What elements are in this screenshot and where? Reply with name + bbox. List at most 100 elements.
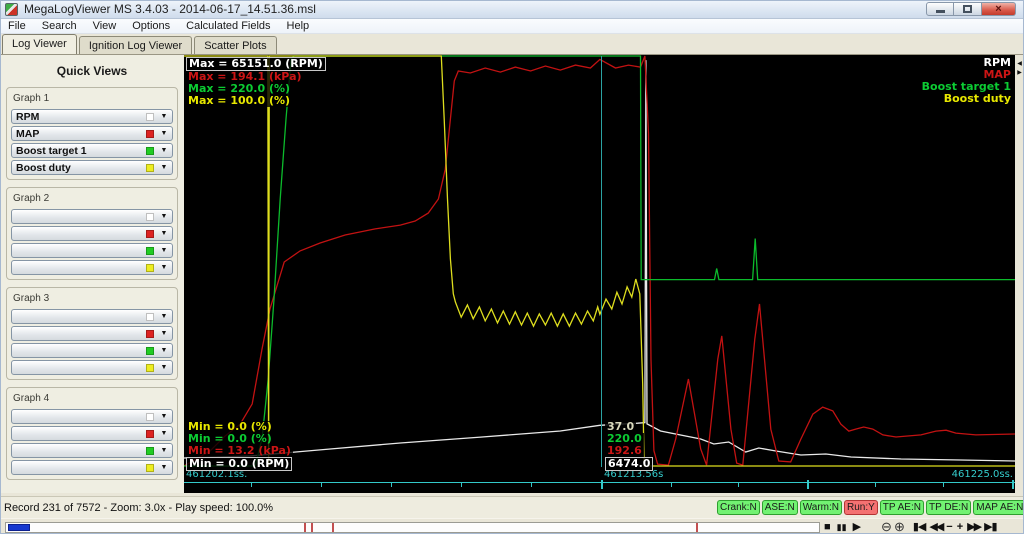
series-map xyxy=(184,56,1015,466)
zoom-in-button[interactable]: ⊕ xyxy=(894,520,905,534)
graph4-group: Graph 4 ▼ ▼ ▼ ▼ xyxy=(6,387,178,480)
series-color-swatch xyxy=(146,313,154,321)
graph2-series3-select[interactable]: ▼ xyxy=(11,243,173,258)
axis-tick-major xyxy=(1012,480,1014,489)
menu-help[interactable]: Help xyxy=(279,19,318,34)
playback-strip: ■ ▮▮ ▶ ⊖ ⊕ ▮◀ ◀◀ − + ▶▶ ▶▮ xyxy=(0,518,1024,534)
rewind-button[interactable]: ◀◀ xyxy=(929,520,942,534)
stop-button[interactable]: ■ xyxy=(824,520,831,534)
axis-tick xyxy=(321,483,322,487)
chart-legend: RPM MAP Boost target 1 Boost duty xyxy=(922,57,1011,105)
record-status-text: Record 231 of 7572 - Zoom: 3.0x - Play s… xyxy=(4,502,273,514)
max-value-labels: Max = 65151.0 (RPM) Max = 194.1 (kPa) Ma… xyxy=(186,57,326,107)
graph2-series4-select[interactable]: ▼ xyxy=(11,260,173,275)
graph3-series1-select[interactable]: ▼ xyxy=(11,309,173,324)
axis-tick xyxy=(943,483,944,487)
chevron-down-icon: ▼ xyxy=(159,264,169,271)
zoom-out-button[interactable]: ⊖ xyxy=(881,520,892,534)
pause-button[interactable]: ▮▮ xyxy=(837,520,847,534)
title-bar: MegaLogViewer MS 3.4.03 - 2014-06-17_14.… xyxy=(0,0,1024,19)
minimize-button[interactable] xyxy=(926,2,954,16)
graph2-series1-select[interactable]: ▼ xyxy=(11,209,173,224)
graph3-series3-select[interactable]: ▼ xyxy=(11,343,173,358)
series-boost-target-1 xyxy=(184,56,1015,466)
badge-tp-de: TP DE:N xyxy=(926,500,971,515)
graph1-series2-select[interactable]: MAP▼ xyxy=(11,126,173,141)
axis-tick-major xyxy=(601,480,603,489)
graph4-series3-select[interactable]: ▼ xyxy=(11,443,173,458)
status-bar: Record 231 of 7572 - Zoom: 3.0x - Play s… xyxy=(0,496,1024,518)
series-color-swatch xyxy=(146,247,154,255)
axis-tick xyxy=(531,483,532,487)
graph1-label: Graph 1 xyxy=(11,93,51,104)
maximize-button[interactable] xyxy=(954,2,982,16)
overview-marker xyxy=(311,523,313,532)
overview-marker xyxy=(304,523,306,532)
fast-forward-button[interactable]: ▶▶ xyxy=(967,520,980,534)
scroll-left-icon[interactable]: ◀ xyxy=(1015,60,1024,69)
playback-controls: ■ ▮▮ ▶ ⊖ ⊕ ▮◀ ◀◀ − + ▶▶ ▶▮ xyxy=(824,520,1024,534)
axis-tick-major xyxy=(807,480,809,489)
series-color-swatch xyxy=(146,113,154,121)
chevron-down-icon: ▼ xyxy=(159,430,169,437)
tab-ignition-log-viewer[interactable]: Ignition Log Viewer xyxy=(79,36,192,54)
skip-start-button[interactable]: ▮◀ xyxy=(913,520,926,534)
quick-views-panel: Quick Views Graph 1 RPM▼ MAP▼ Boost targ… xyxy=(0,55,184,493)
quick-views-title: Quick Views xyxy=(0,55,184,84)
menu-search[interactable]: Search xyxy=(34,19,85,34)
series-color-swatch xyxy=(146,230,154,238)
menu-file[interactable]: File xyxy=(0,19,34,34)
log-overview-bar[interactable] xyxy=(5,522,820,533)
log-graph[interactable]: Max = 65151.0 (RPM) Max = 194.1 (kPa) Ma… xyxy=(184,55,1015,493)
series-color-swatch xyxy=(146,130,154,138)
tab-log-viewer[interactable]: Log Viewer xyxy=(2,34,77,54)
app-icon xyxy=(5,3,18,16)
slower-button[interactable]: − xyxy=(946,520,952,534)
axis-tick xyxy=(671,483,672,487)
graph2-series2-select[interactable]: ▼ xyxy=(11,226,173,241)
chevron-down-icon: ▼ xyxy=(159,313,169,320)
chevron-down-icon: ▼ xyxy=(159,413,169,420)
play-button[interactable]: ▶ xyxy=(853,520,861,534)
skip-end-button[interactable]: ▶▮ xyxy=(984,520,997,534)
scroll-right-icon[interactable]: ▶ xyxy=(1015,69,1024,78)
graph3-series4-select[interactable]: ▼ xyxy=(11,360,173,375)
time-cursor[interactable] xyxy=(601,56,602,467)
series-color-swatch xyxy=(146,164,154,172)
graph2-label: Graph 2 xyxy=(11,193,51,204)
series-boost-duty xyxy=(184,56,1015,466)
axis-tick xyxy=(391,483,392,487)
faster-button[interactable]: + xyxy=(957,520,963,534)
chevron-down-icon: ▼ xyxy=(159,147,169,154)
time-axis: 461202.1ss. 461213.56s 461225.0ss. xyxy=(184,467,1015,493)
graph4-series1-select[interactable]: ▼ xyxy=(11,409,173,424)
chevron-down-icon: ▼ xyxy=(159,330,169,337)
close-button[interactable]: × xyxy=(982,2,1016,16)
series-color-swatch xyxy=(146,364,154,372)
graph1-series4-select[interactable]: Boost duty▼ xyxy=(11,160,173,175)
min-value-labels: Min = 0.0 (%) Min = 0.0 (%) Min = 13.2 (… xyxy=(186,421,293,471)
menu-calculated-fields[interactable]: Calculated Fields xyxy=(178,19,278,34)
menu-options[interactable]: Options xyxy=(124,19,178,34)
axis-label-right: 461225.0ss. xyxy=(952,469,1013,480)
graph1-series3-select[interactable]: Boost target 1▼ xyxy=(11,143,173,158)
tab-scatter-plots[interactable]: Scatter Plots xyxy=(194,36,276,54)
axis-tick xyxy=(738,483,739,487)
max-rpm-label: Max = 65151.0 (RPM) xyxy=(186,57,326,71)
badge-crank: Crank:N xyxy=(717,500,760,515)
legend-boost-duty: Boost duty xyxy=(922,93,1011,105)
series-color-swatch xyxy=(146,213,154,221)
badge-tp-ae: TP AE:N xyxy=(880,500,924,515)
chevron-down-icon: ▼ xyxy=(159,364,169,371)
chevron-down-icon: ▼ xyxy=(159,164,169,171)
overview-view-window[interactable] xyxy=(8,524,30,531)
graph1-series1-select[interactable]: RPM▼ xyxy=(11,109,173,124)
graph3-label: Graph 3 xyxy=(11,293,51,304)
graph4-series2-select[interactable]: ▼ xyxy=(11,426,173,441)
window-title: MegaLogViewer MS 3.4.03 - 2014-06-17_14.… xyxy=(24,2,316,16)
plot-area[interactable] xyxy=(184,55,1015,467)
menu-view[interactable]: View xyxy=(85,19,125,34)
graph3-series2-select[interactable]: ▼ xyxy=(11,326,173,341)
engine-status-badges: Crank:N ASE:N Warm:N Run:Y TP AE:N TP DE… xyxy=(717,500,1024,515)
graph4-series4-select[interactable]: ▼ xyxy=(11,460,173,475)
